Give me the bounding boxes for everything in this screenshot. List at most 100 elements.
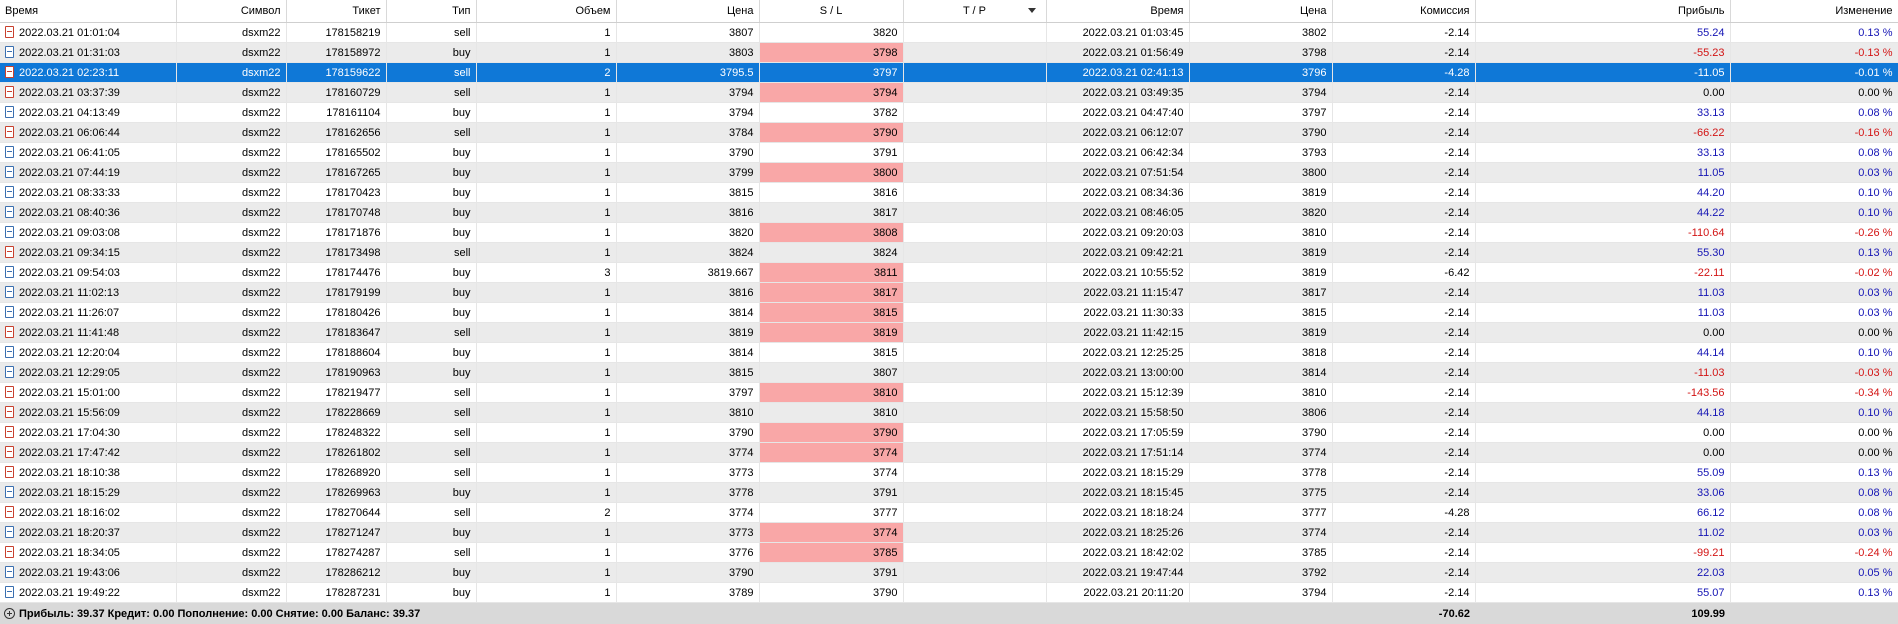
cell-profit: 22.03 [1475,562,1731,583]
table-row[interactable]: 2022.03.21 04:13:49 dsxm22 178161104 buy 1 37… [0,102,1898,123]
cell-volume: 1 [476,282,617,303]
cell-close-time: 2022.03.21 06:42:34 [1046,142,1190,163]
column-header-sl[interactable]: S / L [759,0,904,23]
cell-time: 2022.03.21 08:33:33 [0,182,177,203]
cell-close-price: 3790 [1189,422,1333,443]
table-row[interactable]: 2022.03.21 12:20:04 dsxm22 178188604 buy 1 38… [0,342,1898,363]
table-row[interactable]: 2022.03.21 08:33:33 dsxm22 178170423 buy 1 38… [0,182,1898,203]
cell-close-price: 3793 [1189,142,1333,163]
cell-ticket: 178158219 [286,22,387,43]
sell-order-icon [5,66,14,78]
cell-sl: 3808 [759,222,904,243]
table-row[interactable]: 2022.03.21 11:41:48 dsxm22 178183647 sell 1 3… [0,322,1898,343]
table-row[interactable]: 2022.03.21 18:20:37 dsxm22 178271247 buy 1 37… [0,522,1898,543]
cell-tp [903,382,1047,403]
cell-time: 2022.03.21 04:13:49 [0,102,177,123]
column-header-tp[interactable]: T / P [903,0,1047,23]
column-header-volume[interactable]: Объем [476,0,617,23]
cell-profit: 55.07 [1475,582,1731,603]
expand-plus-icon[interactable] [4,607,15,619]
cell-volume: 1 [476,582,617,603]
cell-volume: 1 [476,442,617,463]
cell-profit: 11.05 [1475,162,1731,183]
table-row[interactable]: 2022.03.21 06:06:44 dsxm22 178162656 sell 1 3… [0,122,1898,143]
table-row[interactable]: 2022.03.21 02:23:11 dsxm22 178159622 sell 2 3… [0,62,1898,83]
cell-close-time: 2022.03.21 11:42:15 [1046,322,1190,343]
cell-close-price: 3774 [1189,522,1333,543]
cell-change: -0.01 % [1730,62,1898,83]
cell-volume: 1 [476,182,617,203]
cell-price: 3819.667 [616,262,760,283]
cell-ticket: 178158972 [286,42,387,63]
cell-tp [903,522,1047,543]
table-row[interactable]: 2022.03.21 11:02:13 dsxm22 178179199 buy 1 38… [0,282,1898,303]
summary-profit-total: 109.99 [1475,602,1730,624]
table-row[interactable]: 2022.03.21 11:26:07 dsxm22 178180426 buy 1 38… [0,302,1898,323]
cell-sl: 3794 [759,82,904,103]
column-header-profit[interactable]: Прибыль [1475,0,1731,23]
buy-order-icon [5,586,14,598]
buy-order-icon [5,146,14,158]
column-header-change[interactable]: Изменение [1730,0,1898,23]
cell-change: 0.10 % [1730,342,1898,363]
column-header-price[interactable]: Цена [616,0,760,23]
cell-time: 2022.03.21 18:20:37 [0,522,177,543]
column-header-commission[interactable]: Комиссия [1332,0,1476,23]
table-row[interactable]: 2022.03.21 03:37:39 dsxm22 178160729 sell 1 3… [0,82,1898,103]
cell-commission: -2.14 [1332,582,1476,603]
table-row[interactable]: 2022.03.21 15:56:09 dsxm22 178228669 sell 1 3… [0,402,1898,423]
table-row[interactable]: 2022.03.21 06:41:05 dsxm22 178165502 buy 1 37… [0,142,1898,163]
table-row[interactable]: 2022.03.21 09:03:08 dsxm22 178171876 buy 1 38… [0,222,1898,243]
cell-sl: 3791 [759,142,904,163]
cell-tp [903,282,1047,303]
open-time-text: 2022.03.21 09:03:08 [19,227,120,239]
table-row[interactable]: 2022.03.21 19:49:22 dsxm22 178287231 buy 1 37… [0,582,1898,603]
table-row[interactable]: 2022.03.21 17:47:42 dsxm22 178261802 sell 1 3… [0,442,1898,463]
table-row[interactable]: 2022.03.21 01:31:03 dsxm22 178158972 buy 1 38… [0,42,1898,63]
table-row[interactable]: 2022.03.21 15:01:00 dsxm22 178219477 sell 1 3… [0,382,1898,403]
open-time-text: 2022.03.21 08:33:33 [19,187,120,199]
open-time-text: 2022.03.21 02:23:11 [19,67,120,79]
table-row[interactable]: 2022.03.21 19:43:06 dsxm22 178286212 buy 1 37… [0,562,1898,583]
cell-time: 2022.03.21 18:16:02 [0,502,177,523]
table-row[interactable]: 2022.03.21 09:34:15 dsxm22 178173498 sell 1 3… [0,242,1898,263]
cell-price: 3814 [616,342,760,363]
table-row[interactable]: 2022.03.21 07:44:19 dsxm22 178167265 buy 1 37… [0,162,1898,183]
cell-volume: 1 [476,242,617,263]
cell-symbol: dsxm22 [176,582,287,603]
table-row[interactable]: 2022.03.21 01:01:04 dsxm22 178158219 sell 1 3… [0,22,1898,43]
table-row[interactable]: 2022.03.21 18:16:02 dsxm22 178270644 sell 2 3… [0,502,1898,523]
cell-tp [903,542,1047,563]
table-row[interactable]: 2022.03.21 18:10:38 dsxm22 178268920 sell 1 3… [0,462,1898,483]
column-header-type[interactable]: Тип [386,0,477,23]
column-header-close-time[interactable]: Время [1046,0,1190,23]
cell-type: buy [386,342,477,363]
table-row[interactable]: 2022.03.21 08:40:36 dsxm22 178170748 buy 1 38… [0,202,1898,223]
cell-price: 3799 [616,162,760,183]
column-header-symbol[interactable]: Символ [176,0,287,23]
open-time-text: 2022.03.21 04:13:49 [19,107,120,119]
cell-close-time: 2022.03.21 06:12:07 [1046,122,1190,143]
cell-change: 0.13 % [1730,242,1898,263]
column-header-close-price[interactable]: Цена [1189,0,1333,23]
table-row[interactable]: 2022.03.21 12:29:05 dsxm22 178190963 buy 1 38… [0,362,1898,383]
column-header-ticket[interactable]: Тикет [286,0,387,23]
table-row[interactable]: 2022.03.21 17:04:30 dsxm22 178248322 sell 1 3… [0,422,1898,443]
cell-close-price: 3792 [1189,562,1333,583]
cell-close-price: 3790 [1189,122,1333,143]
cell-ticket: 178183647 [286,322,387,343]
cell-symbol: dsxm22 [176,22,287,43]
cell-ticket: 178174476 [286,262,387,283]
cell-price: 3797 [616,382,760,403]
cell-sl: 3791 [759,482,904,503]
table-body: 2022.03.21 01:01:04 dsxm22 178158219 sell 1 3… [0,22,1898,603]
cell-close-time: 2022.03.21 12:25:25 [1046,342,1190,363]
table-row[interactable]: 2022.03.21 18:15:29 dsxm22 178269963 buy 1 37… [0,482,1898,503]
column-header-time[interactable]: Время [0,0,177,23]
cell-volume: 1 [476,362,617,383]
cell-close-time: 2022.03.21 11:30:33 [1046,302,1190,323]
cell-time: 2022.03.21 01:01:04 [0,22,177,43]
table-row[interactable]: 2022.03.21 18:34:05 dsxm22 178274287 sell 1 3… [0,542,1898,563]
table-row[interactable]: 2022.03.21 09:54:03 dsxm22 178174476 buy 3 38… [0,262,1898,283]
cell-symbol: dsxm22 [176,322,287,343]
